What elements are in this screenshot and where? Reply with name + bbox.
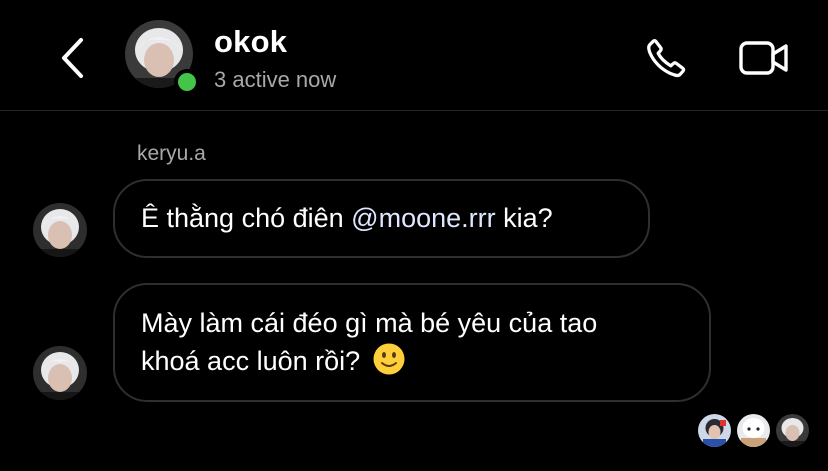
- seen-avatar: [776, 414, 809, 447]
- message-bubble[interactable]: Mày làm cái đéo gì mà bé yêu của tao kho…: [113, 283, 711, 402]
- voice-call-button[interactable]: [638, 32, 694, 84]
- message-text: Mày làm cái đéo gì mà bé yêu của tao kho…: [141, 305, 597, 380]
- mention-link[interactable]: @moone.rrr: [351, 203, 495, 233]
- back-button[interactable]: [50, 32, 94, 84]
- chevron-left-icon: [62, 38, 83, 78]
- header-divider: [0, 110, 828, 111]
- active-status: 3 active now: [214, 67, 337, 92]
- message-text-part: khoá acc luôn rồi?: [141, 346, 368, 376]
- phone-icon: [647, 38, 686, 78]
- thread-name[interactable]: okok: [214, 24, 287, 60]
- slightly-smiling-face-icon: [373, 343, 405, 375]
- video-call-button[interactable]: [734, 34, 794, 82]
- message-text-part: kia?: [495, 203, 553, 233]
- seen-avatar: [698, 414, 731, 447]
- message-bubble[interactable]: Ê thằng chó điên @moone.rrr kia?: [113, 179, 650, 258]
- sender-avatar[interactable]: [33, 346, 87, 400]
- seen-by-row[interactable]: [698, 414, 814, 448]
- chat-screen: okok 3 active now keryu.a Ê thằng chó đi…: [0, 0, 828, 471]
- message-text-part: Ê thằng chó điên: [141, 203, 352, 233]
- message-line: khoá acc luôn rồi?: [141, 342, 597, 380]
- sender-avatar[interactable]: [33, 203, 87, 257]
- chat-header: okok 3 active now: [0, 0, 828, 111]
- online-indicator: [174, 69, 200, 95]
- message-text: Ê thằng chó điên @moone.rrr kia?: [141, 200, 553, 237]
- video-camera-icon: [739, 41, 788, 75]
- message-line: Mày làm cái đéo gì mà bé yêu của tao: [141, 308, 598, 338]
- sender-name: keryu.a: [137, 142, 206, 165]
- seen-avatar: [737, 414, 770, 447]
